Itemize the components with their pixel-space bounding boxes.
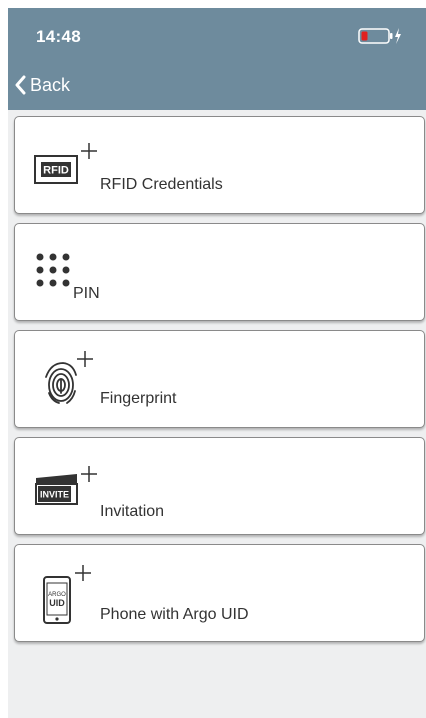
option-label: Invitation (100, 503, 165, 520)
phone-icon-text-uid: UID (49, 598, 65, 608)
pin-keypad-icon (35, 252, 75, 297)
invite-icon-text: INVITE (40, 490, 69, 500)
rfid-icon-text: RFID (43, 165, 69, 177)
rfid-card-add-icon: RFID (33, 139, 103, 194)
back-button[interactable]: Back (14, 70, 70, 100)
option-rfid-credentials[interactable]: RFID RFID Credentials (14, 116, 425, 214)
option-label: RFID Credentials (100, 176, 223, 193)
invitation-add-icon: INVITE (33, 460, 103, 515)
option-pin[interactable]: PIN (14, 223, 425, 321)
option-phone-argo-uid[interactable]: ARGO UID Phone with Argo UID (14, 544, 425, 642)
battery-low-charging-icon (358, 28, 402, 49)
option-invitation[interactable]: INVITE Invitation (14, 437, 425, 535)
phone-argo-uid-add-icon: ARGO UID (41, 563, 101, 638)
fingerprint-add-icon (43, 349, 103, 414)
header-bar: 14:48 Back (8, 8, 426, 110)
back-label: Back (30, 74, 71, 95)
option-label: PIN (73, 285, 100, 302)
option-label: Fingerprint (100, 390, 177, 407)
chevron-left-icon (15, 75, 26, 95)
option-fingerprint[interactable]: Fingerprint (14, 330, 425, 428)
app-screen: 14:48 Back RFID RFID Credentials PIN Fin… (8, 8, 426, 718)
option-label: Phone with Argo UID (100, 606, 249, 623)
status-time: 14:48 (36, 27, 81, 46)
